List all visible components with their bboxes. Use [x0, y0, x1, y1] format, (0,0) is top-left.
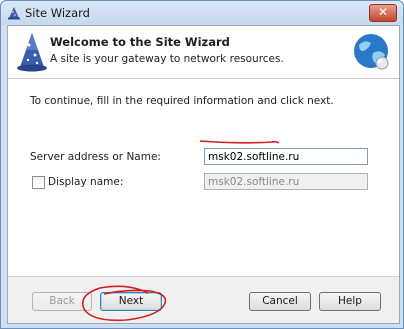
back-button: Back	[32, 292, 92, 311]
next-button[interactable]: Next	[100, 292, 162, 311]
close-button[interactable]: ✕	[369, 4, 397, 22]
display-name-checkbox[interactable]	[32, 176, 45, 189]
wizard-body: To continue, fill in the required inform…	[8, 79, 399, 276]
window-title: Site Wizard	[25, 6, 90, 20]
display-name-label: Display name:	[48, 176, 124, 188]
cancel-button[interactable]: Cancel	[249, 292, 311, 311]
wizard-client-area: Welcome to the Site Wizard A site is you…	[7, 25, 400, 324]
site-wizard-window: Site Wizard ✕ Welcome to the Site Wizard…	[0, 0, 404, 329]
server-address-input[interactable]	[204, 148, 368, 165]
header-title: Welcome to the Site Wizard	[50, 35, 230, 49]
wizard-hat-icon	[8, 7, 20, 20]
display-name-input	[204, 173, 368, 190]
wizard-hat-icon	[17, 33, 47, 72]
close-icon: ✕	[377, 5, 389, 19]
wizard-header: Welcome to the Site Wizard A site is you…	[8, 26, 399, 79]
globe-icon	[354, 34, 389, 70]
footer-divider	[8, 276, 399, 277]
help-button[interactable]: Help	[319, 292, 381, 311]
server-label: Server address or Name:	[30, 151, 161, 163]
intro-text: To continue, fill in the required inform…	[30, 95, 334, 107]
header-subtitle: A site is your gateway to network resour…	[50, 53, 284, 65]
title-bar[interactable]: Site Wizard ✕	[1, 1, 403, 25]
